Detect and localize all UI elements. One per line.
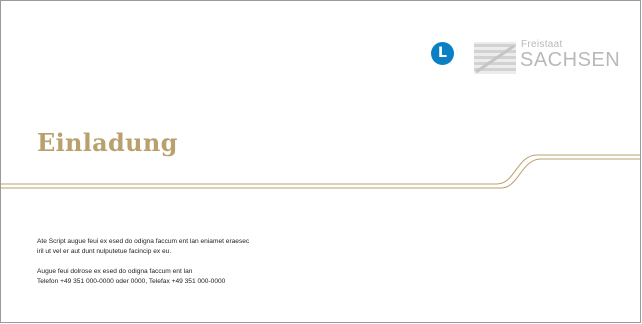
paragraph-intro-line-1: Ate Script augue feui ex esed do odigna …	[37, 238, 250, 245]
paragraph-contact: Augue feui dolrose ex esed do odigna fac…	[37, 267, 367, 287]
contact-phone-fax-line: Telefon +49 351 000-0000 oder 0000, Tele…	[37, 278, 226, 285]
paragraph-intro-line-2: iril ut vel er aut dunt nulputetue facin…	[37, 248, 172, 255]
paragraph-contact-line-1: Augue feui dolrose ex esed do odigna fac…	[37, 268, 193, 275]
paragraph-intro: Ate Script augue feui ex esed do odigna …	[37, 237, 367, 257]
invitation-page: L Freistaat SACHSEN Einladung Ate Script…	[0, 0, 641, 323]
invitation-body-text: Ate Script augue feui ex esed do odigna …	[37, 237, 367, 297]
